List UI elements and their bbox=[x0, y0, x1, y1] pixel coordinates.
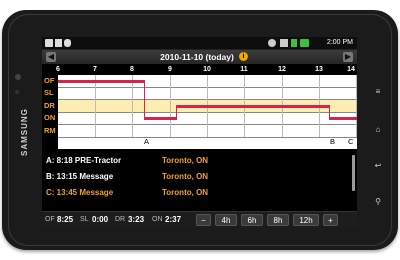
android-icon bbox=[64, 39, 71, 47]
event-list-scrollbar[interactable] bbox=[352, 155, 355, 191]
menu-key-icon[interactable]: ≡ bbox=[374, 88, 382, 96]
event-text: C: 13:45 Message bbox=[46, 188, 114, 197]
info-icon[interactable]: i bbox=[239, 52, 248, 61]
duty-status-grid[interactable]: OF SL DR ON RM A B C bbox=[42, 75, 357, 149]
event-text: B: 13:15 Message bbox=[46, 172, 114, 181]
screen: 2:00 PM ◀ 2010-11-10 (today) i ▶ 6 7 8 9… bbox=[42, 37, 357, 227]
summary-value-on: 2:37 bbox=[165, 215, 182, 224]
light-sensor bbox=[15, 90, 19, 94]
mail-icon bbox=[45, 39, 53, 47]
hour-tick: 14 bbox=[347, 66, 355, 73]
summary-label-dr: DR bbox=[115, 216, 126, 223]
summary-value-of: 8:25 bbox=[57, 215, 74, 224]
segment-driving bbox=[176, 105, 329, 108]
status-change-line bbox=[144, 80, 145, 119]
battery-icon bbox=[300, 39, 309, 47]
list-item[interactable]: C: 13:45 Message Toronto, ON bbox=[46, 187, 346, 199]
zoom-4h-button[interactable]: 4h bbox=[215, 214, 237, 226]
segment-on-duty bbox=[144, 117, 176, 120]
marker-a: A bbox=[144, 137, 150, 146]
notification-icon bbox=[55, 39, 62, 47]
summary-label-of: OF bbox=[45, 216, 55, 223]
event-list: A: 8:18 PRE-Tractor Toronto, ON B: 13:15… bbox=[42, 151, 357, 211]
zoom-in-button[interactable]: + bbox=[323, 214, 338, 226]
hour-tick: 12 bbox=[278, 66, 286, 73]
list-item[interactable]: A: 8:18 PRE-Tractor Toronto, ON bbox=[46, 155, 346, 167]
hour-tick: 10 bbox=[203, 66, 211, 73]
summary-label-sl: SL bbox=[80, 216, 89, 223]
wifi-icon bbox=[280, 39, 288, 47]
date-navigation: ◀ 2010-11-10 (today) i ▶ bbox=[42, 50, 357, 64]
hour-tick: 7 bbox=[93, 66, 97, 73]
zoom-out-button[interactable]: − bbox=[196, 214, 211, 226]
hour-tick: 8 bbox=[130, 66, 134, 73]
home-key-icon[interactable]: ⌂ bbox=[374, 126, 382, 134]
event-location: Toronto, ON bbox=[162, 188, 209, 197]
zoom-12h-button[interactable]: 12h bbox=[293, 214, 319, 226]
hour-tick: 13 bbox=[315, 66, 323, 73]
clock: 2:00 PM bbox=[326, 39, 353, 46]
list-item[interactable]: B: 13:15 Message Toronto, ON bbox=[46, 171, 346, 183]
grid-line bbox=[58, 137, 357, 138]
event-text: A: 8:18 PRE-Tractor bbox=[46, 156, 122, 165]
hour-tick: 11 bbox=[240, 66, 248, 73]
event-location: Toronto, ON bbox=[162, 156, 209, 165]
row-labels: OF SL DR ON RM bbox=[42, 75, 58, 149]
hour-line bbox=[132, 75, 133, 137]
brand-logo: SAMSUNG bbox=[20, 108, 29, 156]
zoom-8h-button[interactable]: 8h bbox=[267, 214, 289, 226]
summary-value-sl: 0:00 bbox=[92, 215, 109, 224]
segment-off-duty bbox=[58, 80, 144, 83]
status-bar: 2:00 PM bbox=[42, 37, 357, 50]
chevron-left-icon[interactable]: ◀ bbox=[46, 52, 56, 62]
signal-icon bbox=[291, 39, 297, 47]
sync-icon bbox=[268, 39, 276, 47]
hour-line bbox=[95, 75, 96, 137]
back-key-icon[interactable]: ↩ bbox=[374, 162, 382, 170]
hour-tick: 9 bbox=[168, 66, 172, 73]
front-camera bbox=[15, 74, 21, 80]
summary-value-dr: 3:23 bbox=[128, 215, 145, 224]
summary-bar: OF 8:25 SL 0:00 DR 3:23 ON 2:37 − 4h 6h … bbox=[42, 211, 357, 227]
timeline-chart: A B C bbox=[58, 75, 357, 149]
summary-label-on: ON bbox=[152, 216, 163, 223]
row-label-of: OF bbox=[44, 76, 55, 85]
row-label-dr: DR bbox=[44, 101, 55, 110]
row-label-on: ON bbox=[44, 113, 56, 122]
hour-line bbox=[170, 75, 171, 137]
marker-b: B bbox=[330, 137, 336, 146]
hour-line bbox=[356, 75, 357, 137]
hour-axis: 6 7 8 9 10 11 12 13 14 bbox=[42, 65, 357, 75]
hour-tick: 6 bbox=[56, 66, 60, 73]
current-date: 2010-11-10 (today) bbox=[160, 52, 234, 62]
row-label-rm: RM bbox=[44, 126, 56, 135]
row-label-sl: SL bbox=[44, 88, 54, 97]
zoom-6h-button[interactable]: 6h bbox=[241, 214, 263, 226]
segment-on-duty bbox=[329, 117, 357, 120]
chevron-right-icon[interactable]: ▶ bbox=[343, 52, 353, 62]
marker-c: C bbox=[348, 137, 354, 146]
search-key-icon[interactable]: ⚲ bbox=[374, 198, 382, 206]
event-location: Toronto, ON bbox=[162, 172, 209, 181]
